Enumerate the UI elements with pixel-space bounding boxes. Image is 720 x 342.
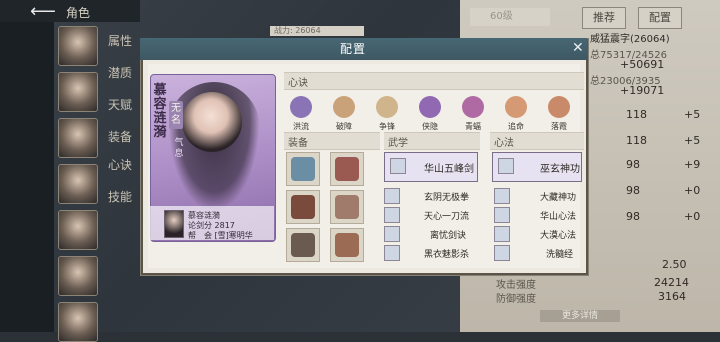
side-menu-talent[interactable]: 天赋 xyxy=(108,96,132,113)
equip-item-1-icon xyxy=(291,157,315,181)
level-display: 60级 xyxy=(470,8,550,26)
stat-row-3-a: 98 xyxy=(626,158,640,171)
stat-row-5-b: +0 xyxy=(684,210,701,223)
character-avatar-1[interactable] xyxy=(58,26,98,66)
portrait-info-owner: 帮 会 [雪]寒明华 xyxy=(188,231,253,240)
stat-row-2-b: +5 xyxy=(684,134,701,147)
equip-slot-2[interactable] xyxy=(330,152,364,186)
stat-row-4-a: 98 xyxy=(626,184,640,197)
character-avatar-3[interactable] xyxy=(58,118,98,158)
xinfa-icon-2[interactable] xyxy=(494,207,510,223)
wuxue-icon-2[interactable] xyxy=(384,207,400,223)
equip-item-3-icon xyxy=(291,195,315,219)
left-strip xyxy=(0,22,54,332)
portrait-tag2: 气息 xyxy=(174,138,184,159)
xinjue-label-2: 破障 xyxy=(336,122,352,131)
stat-pair-2-value: +19071 xyxy=(620,84,665,97)
stat-row-2-a: 118 xyxy=(626,134,647,147)
xinfa-section-title: 心法 xyxy=(494,138,514,149)
side-menu-equipment[interactable]: 装备 xyxy=(108,128,132,145)
side-menu-potential[interactable]: 潜质 xyxy=(108,64,132,81)
xinfa-main-icon xyxy=(498,158,514,174)
equip-slot-1[interactable] xyxy=(286,152,320,186)
xinfa-icon-1[interactable] xyxy=(494,188,510,204)
xinjue-icon-4[interactable] xyxy=(419,96,441,118)
close-icon[interactable]: ✕ xyxy=(572,40,584,56)
character-avatar-6[interactable] xyxy=(58,256,98,296)
wuxue-icon-4[interactable] xyxy=(384,245,400,261)
stat-row-1-a: 118 xyxy=(626,108,647,121)
wuxue-name-4[interactable]: 黑衣魅影杀 xyxy=(424,247,469,260)
portrait-thumb xyxy=(164,210,184,238)
battle-power-strip: 战力: 26064 xyxy=(270,26,364,36)
xinfa-name-3[interactable]: 大漠心法 xyxy=(540,228,576,241)
portrait-face xyxy=(182,92,242,152)
side-menu-skills[interactable]: 技能 xyxy=(108,188,132,205)
xinjue-label-5: 青蝠 xyxy=(465,122,481,131)
equip-section-title: 装备 xyxy=(288,138,308,149)
portrait-tag: 无名 xyxy=(169,101,183,129)
xinjue-label-6: 追命 xyxy=(508,122,524,131)
character-avatar-2[interactable] xyxy=(58,72,98,112)
equip-item-2-icon xyxy=(335,157,359,181)
dialog-title: 配置 xyxy=(340,42,367,56)
xinfa-main-name: 巫玄神功 xyxy=(540,164,580,175)
stat-row-1-b: +5 xyxy=(684,108,701,121)
stat-row-3-b: +9 xyxy=(684,158,701,171)
back-arrow-icon[interactable]: ⟵ xyxy=(30,1,56,22)
wuxue-icon-3[interactable] xyxy=(384,226,400,242)
xinjue-icon-5[interactable] xyxy=(462,96,484,118)
side-menu-xinjue[interactable]: 心诀 xyxy=(108,156,132,173)
config-button[interactable]: 配置 xyxy=(638,7,682,29)
character-avatar-5[interactable] xyxy=(58,210,98,250)
attack-label: 攻击强度 xyxy=(496,280,536,291)
wuxue-name-2[interactable]: 天心一刀流 xyxy=(424,209,469,222)
xinfa-icon-3[interactable] xyxy=(494,226,510,242)
xinjue-label-7: 落霞 xyxy=(551,122,567,131)
wuxue-icon-1[interactable] xyxy=(384,188,400,204)
xinjue-label-3: 争锋 xyxy=(379,122,395,131)
xinjue-icon-7[interactable] xyxy=(548,96,570,118)
stat-row-5-a: 98 xyxy=(626,210,640,223)
character-avatar-4[interactable] xyxy=(58,164,98,204)
equip-slot-4[interactable] xyxy=(330,190,364,224)
character-avatar-7[interactable] xyxy=(58,302,98,342)
attack-value: 24214 xyxy=(654,276,689,289)
equip-item-4-icon xyxy=(335,195,359,219)
portrait-name: 慕容涟漪 xyxy=(153,83,167,140)
recommend-button[interactable]: 推荐 xyxy=(582,7,626,29)
wuxue-name-1[interactable]: 玄阴无极拳 xyxy=(424,190,469,203)
page-title: 角色 xyxy=(66,6,91,20)
xinjue-section-title: 心诀 xyxy=(288,78,308,89)
xinfa-name-1[interactable]: 大藏神功 xyxy=(540,190,576,203)
xinjue-icon-6[interactable] xyxy=(505,96,527,118)
xinjue-section-bar xyxy=(284,72,584,90)
defense-label: 防御强度 xyxy=(496,294,536,305)
xinjue-icon-1[interactable] xyxy=(290,96,312,118)
more-details-button[interactable]: 更多详情 xyxy=(540,310,620,322)
xinfa-name-2[interactable]: 华山心法 xyxy=(540,209,576,222)
side-menu-attributes[interactable]: 属性 xyxy=(108,32,132,49)
stat-pair-1-value: +50691 xyxy=(620,58,665,71)
misc-value: 2.50 xyxy=(662,258,687,271)
xinjue-label-4: 侠隐 xyxy=(422,122,438,131)
equip-slot-3[interactable] xyxy=(286,190,320,224)
wuxue-name-3[interactable]: 离忧剑诀 xyxy=(430,228,466,241)
highlight-text: 威猛震字(26064) xyxy=(590,34,670,45)
wuxue-main-icon xyxy=(390,158,406,174)
wuxue-main-name: 华山五峰剑 xyxy=(424,164,474,175)
xinjue-icon-2[interactable] xyxy=(333,96,355,118)
xinjue-icon-3[interactable] xyxy=(376,96,398,118)
equip-slot-5[interactable] xyxy=(286,228,320,262)
xinjue-label-1: 洪流 xyxy=(293,122,309,131)
equip-slot-6[interactable] xyxy=(330,228,364,262)
xinfa-name-4[interactable]: 洗髓经 xyxy=(546,247,573,260)
stat-row-4-b: +0 xyxy=(684,184,701,197)
xinfa-icon-4[interactable] xyxy=(494,245,510,261)
equip-item-6-icon xyxy=(335,233,359,257)
equip-item-5-icon xyxy=(291,233,315,257)
wuxue-section-title: 武学 xyxy=(388,138,408,149)
defense-value: 3164 xyxy=(658,290,686,303)
